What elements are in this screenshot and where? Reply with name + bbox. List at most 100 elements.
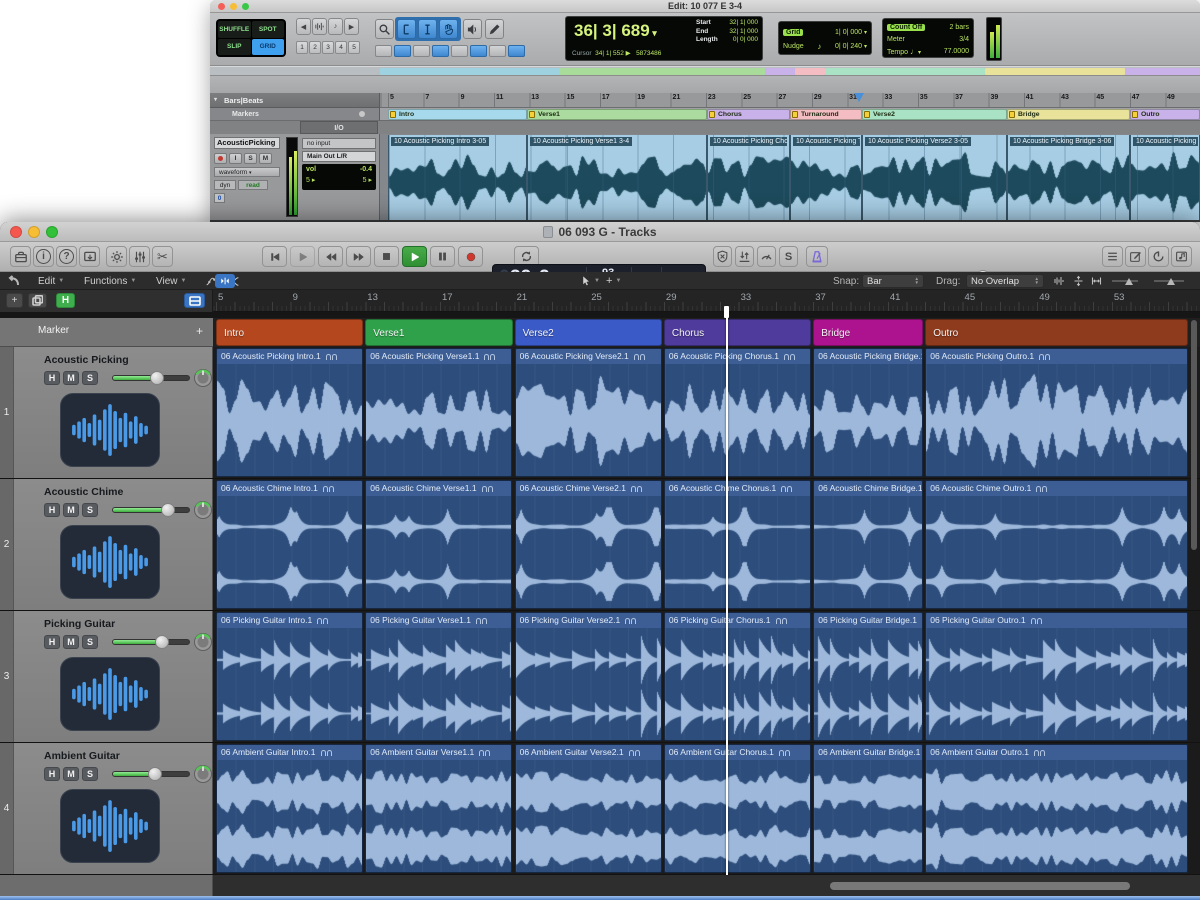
marker-intro[interactable]: Intro	[388, 109, 527, 120]
markers-lane[interactable]: IntroVerse1ChorusTurnaroundVerse2BridgeO…	[380, 108, 1200, 121]
track-volume-slider[interactable]	[112, 507, 190, 513]
hide-button[interactable]: H	[44, 635, 60, 649]
volume-thumb[interactable]	[161, 503, 175, 517]
edit-option-button[interactable]	[375, 45, 392, 57]
edit-insertion-marker[interactable]	[854, 93, 864, 102]
pause-button[interactable]	[430, 246, 455, 267]
forward-button[interactable]	[346, 246, 371, 267]
vertical-auto-zoom-button[interactable]	[1072, 272, 1085, 290]
audio-region[interactable]: 06 Ambient Guitar Outro.1	[925, 744, 1188, 873]
menu-view[interactable]: View▼	[156, 272, 186, 290]
horizontal-scrollbar-thumb[interactable]	[830, 882, 1130, 890]
track-name-box[interactable]: AcousticPicking	[214, 137, 280, 149]
edit-option-button[interactable]	[413, 45, 430, 57]
audio-region[interactable]: 06 Acoustic Chime Intro.1	[216, 480, 363, 609]
hide-button[interactable]: H	[44, 371, 60, 385]
close-icon[interactable]	[10, 226, 22, 238]
audio-region[interactable]: 10 Acoustic Picking Chorus 3-05	[707, 135, 790, 221]
duplicate-track-button[interactable]	[28, 293, 47, 308]
audio-region[interactable]: 06 Acoustic Chime Bridge.1	[813, 480, 923, 609]
audio-region[interactable]: 06 Acoustic Chime Verse2.1	[515, 480, 662, 609]
audio-region[interactable]: 06 Picking Guitar Verse2.1	[515, 612, 662, 741]
toolbar-toggle-button[interactable]	[79, 246, 100, 267]
shuffle-mode-button[interactable]: SHUFFLE	[218, 21, 251, 38]
go-to-beginning-button[interactable]	[262, 246, 287, 267]
hide-button[interactable]: H	[44, 503, 60, 517]
selector-tool-button[interactable]	[418, 19, 437, 39]
bars-beats-ruler[interactable]: 5791113151719212325272931333537394143454…	[380, 93, 1200, 108]
play-from-selection-button[interactable]	[290, 246, 315, 267]
trim-tool-button[interactable]	[397, 19, 416, 39]
section-marker-outro[interactable]: Outro	[925, 319, 1188, 346]
playhead[interactable]	[726, 306, 728, 875]
track-header-ambient-guitar[interactable]: Ambient GuitarHMS	[14, 743, 213, 874]
section-marker-verse1[interactable]: Verse1	[365, 319, 512, 346]
add-track-button[interactable]: +	[6, 293, 23, 308]
note-pads-button[interactable]	[1125, 246, 1146, 267]
solo-button[interactable]: S	[244, 153, 257, 164]
left-click-tool-menu[interactable]: ▼	[580, 272, 600, 290]
pencil-tool-button[interactable]	[485, 19, 504, 39]
waveform-zoom-button[interactable]	[1052, 272, 1066, 290]
rewind-button[interactable]	[318, 246, 343, 267]
ruler-header[interactable]: ▾ Bars|Beats	[210, 93, 380, 108]
list-editors-button[interactable]	[1102, 246, 1123, 267]
audio-region[interactable]: 06 Acoustic Picking Bridge.1	[813, 348, 923, 477]
track-name[interactable]: Picking Guitar	[44, 618, 115, 630]
solo-button[interactable]: S	[82, 767, 98, 781]
inspector-button[interactable]: i	[33, 246, 54, 267]
stop-button[interactable]	[374, 246, 399, 267]
section-marker-intro[interactable]: Intro	[216, 319, 363, 346]
zoom-in-arrow-button[interactable]: ▶	[344, 18, 359, 35]
input-monitor-button[interactable]: I	[229, 153, 242, 164]
main-counter-display[interactable]: 36| 3| 689 ▾ Start32| 1| 000 End32| 1| 0…	[565, 16, 763, 61]
solo-button[interactable]: S	[82, 371, 98, 385]
audio-region[interactable]: 10 Acoustic Picking Verse1 3-4	[527, 135, 707, 221]
horizontal-zoom-slider[interactable]	[1154, 272, 1175, 290]
grid-mode-button[interactable]: GRID	[252, 39, 285, 56]
track-waveform-icon[interactable]	[60, 657, 160, 731]
track-header-acoustic-chime[interactable]: Acoustic ChimeHMS	[14, 479, 213, 610]
edit-option-button[interactable]	[432, 45, 449, 57]
hide-tracks-button[interactable]: H	[56, 293, 75, 308]
audio-region[interactable]: 06 Ambient Guitar Verse1.1	[365, 744, 512, 873]
track-header-acoustic-picking[interactable]: Acoustic PickingHMS	[14, 347, 213, 478]
mute-button[interactable]: M	[63, 767, 79, 781]
software-monitoring-button[interactable]	[713, 246, 732, 267]
pan-knob[interactable]	[192, 367, 214, 394]
back-button[interactable]	[8, 272, 20, 290]
audio-region[interactable]: 06 Acoustic Picking Verse2.1	[515, 348, 662, 477]
grid-nudge-box[interactable]: Grid 1| 0| 000 ▾ Nudge ♪ 0| 0| 240 ▾	[778, 21, 872, 55]
metronome-button[interactable]	[806, 246, 828, 267]
grabber-tool-button[interactable]	[439, 19, 458, 39]
audio-region[interactable]: 06 Picking Guitar Verse1.1	[365, 612, 512, 741]
region-lane[interactable]: 10 Acoustic Picking Intro 3-0510 Acousti…	[380, 134, 1200, 222]
zoomer-tool-button[interactable]	[375, 19, 394, 39]
volume-pan-readout[interactable]: vol-0.4 5 ▸ 5 ▸	[302, 164, 376, 190]
track-waveform-icon[interactable]	[60, 525, 160, 599]
library-button[interactable]	[10, 246, 31, 267]
track-waveform-icon[interactable]	[60, 393, 160, 467]
solo-button[interactable]: S	[82, 503, 98, 517]
section-marker-bridge[interactable]: Bridge	[813, 319, 923, 346]
section-marker-verse2[interactable]: Verse2	[515, 319, 662, 346]
volume-thumb[interactable]	[148, 767, 162, 781]
track-name[interactable]: Acoustic Picking	[44, 354, 129, 366]
audio-region[interactable]: 06 Ambient Guitar Verse2.1	[515, 744, 662, 873]
grid-label[interactable]: Grid	[783, 29, 803, 36]
zoom-preset-3-button[interactable]: 3	[322, 41, 334, 54]
close-icon[interactable]	[218, 3, 225, 10]
play-button[interactable]	[402, 246, 427, 267]
automation-read-button[interactable]: read	[238, 180, 268, 190]
smart-controls-button[interactable]	[106, 246, 127, 267]
logic-titlebar[interactable]: 06 093 G - Tracks	[0, 222, 1200, 242]
marker-turnaround[interactable]: Turnaround	[790, 109, 862, 120]
audio-region[interactable]: 06 Acoustic Chime Outro.1	[925, 480, 1188, 609]
volume-thumb[interactable]	[155, 635, 169, 649]
edit-option-button[interactable]	[451, 45, 468, 57]
audio-region[interactable]: 06 Acoustic Picking Intro.1	[216, 348, 363, 477]
track-view-selector[interactable]: waveform ▾	[214, 167, 280, 177]
mute-button[interactable]: M	[259, 153, 272, 164]
audio-region[interactable]: 06 Picking Guitar Outro.1	[925, 612, 1188, 741]
track-header-picking-guitar[interactable]: Picking GuitarHMS	[14, 611, 213, 742]
